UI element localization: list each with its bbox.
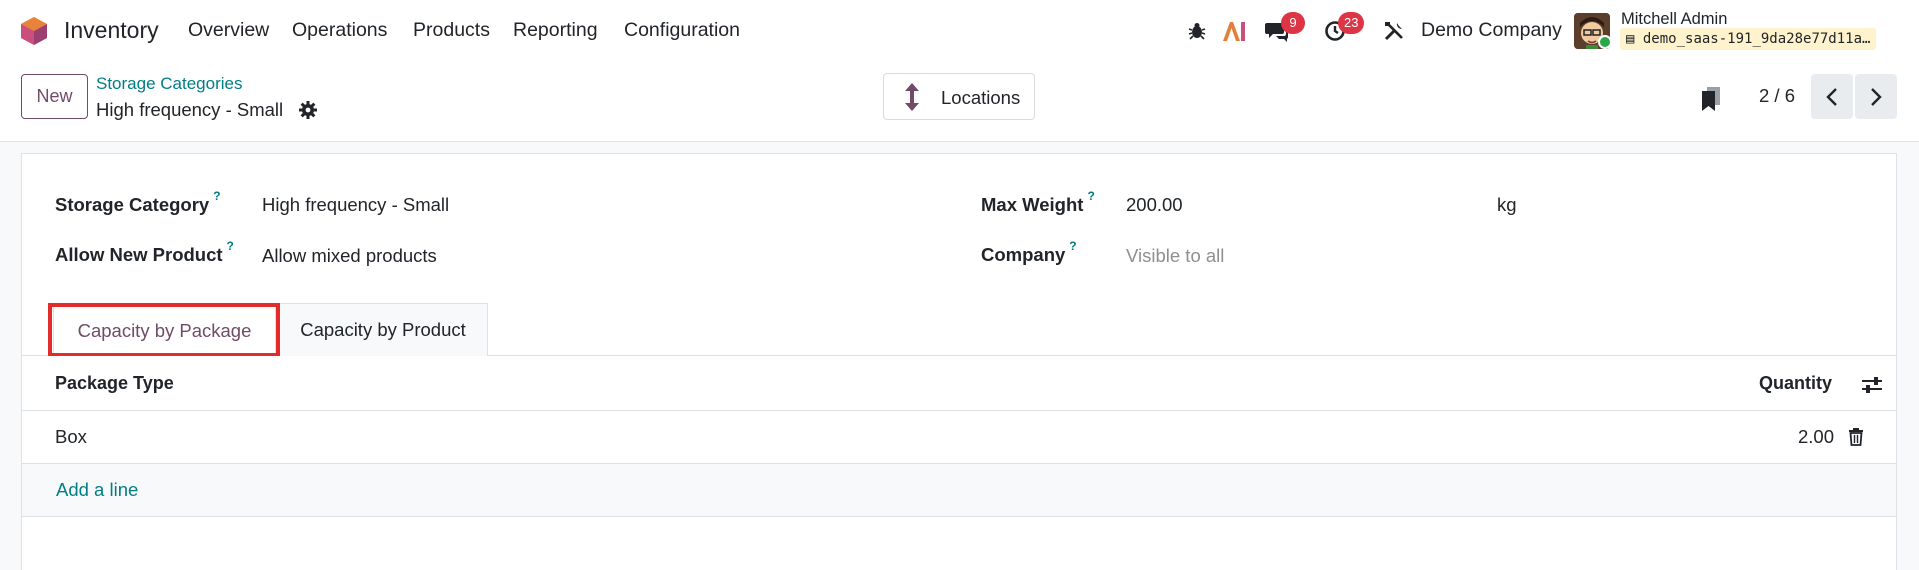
trash-icon[interactable] [1848,428,1864,446]
menu-products[interactable]: Products [413,19,490,42]
add-line-row: Add a line [22,464,1896,517]
company-switcher[interactable]: Demo Company [1421,19,1562,42]
tab-capacity-by-product[interactable]: Capacity by Product [278,303,488,356]
list-header: Package Type Quantity [22,356,1896,411]
ai-icon[interactable] [1221,18,1247,44]
database-name: ▤ demo_saas-191_9da28e77d11a… [1620,28,1877,50]
cell-package-type[interactable]: Box [55,426,87,448]
menu-reporting[interactable]: Reporting [513,19,598,42]
add-line-link[interactable]: Add a line [56,479,138,501]
tab-capacity-by-package[interactable]: Capacity by Package [53,304,276,356]
storage-category-field[interactable]: High frequency - Small [262,194,449,216]
menu-configuration[interactable]: Configuration [624,19,740,42]
new-button[interactable]: New [21,74,88,119]
app-name[interactable]: Inventory [64,17,159,44]
chevron-left-icon [1826,87,1837,106]
pager-previous-button[interactable] [1811,74,1853,119]
locations-smart-button[interactable]: Locations [883,73,1035,120]
activities-count-badge: 23 [1338,12,1365,34]
optional-columns-sliders-icon[interactable] [1861,375,1883,395]
column-package-type[interactable]: Package Type [55,373,174,394]
table-row[interactable]: Box 2.00 [22,411,1896,464]
allow-new-product-field[interactable]: Allow mixed products [262,245,437,267]
company-field[interactable]: Visible to all [1126,245,1224,267]
help-tooltip-icon[interactable]: ? [227,239,234,253]
settings-tools-icon[interactable] [1381,18,1407,44]
database-icon: ▤ [1626,31,1635,47]
record-title: High frequency - Small [96,99,284,120]
arrows-vertical-icon [905,83,919,111]
menu-operations[interactable]: Operations [292,19,387,42]
gear-icon[interactable] [298,100,318,120]
menu-overview[interactable]: Overview [188,19,269,42]
pager-next-button[interactable] [1855,74,1897,119]
inventory-app-icon[interactable] [20,16,48,46]
top-navbar: Inventory Overview Operations Products R… [0,0,1919,62]
help-tooltip-icon[interactable]: ? [213,189,220,203]
locations-label: Locations [941,87,1021,108]
help-tooltip-icon[interactable]: ? [1069,239,1076,253]
online-status-dot [1598,35,1612,49]
help-tooltip-icon[interactable]: ? [1087,189,1094,203]
messages-count-badge: 9 [1281,12,1305,34]
breadcrumb-storage-categories[interactable]: Storage Categories [96,74,242,94]
max-weight-unit: kg [1497,194,1517,215]
storage-category-label: Storage Category? [55,189,221,216]
chevron-right-icon [1871,87,1882,106]
max-weight-field[interactable]: 200.00 [1126,194,1183,216]
cell-quantity[interactable]: 2.00 [1798,426,1834,448]
column-quantity[interactable]: Quantity [1759,373,1832,394]
debug-bug-icon[interactable] [1184,18,1210,44]
bookmark-icon[interactable] [1700,86,1722,112]
company-label: Company? [981,239,1077,266]
max-weight-label: Max Weight? [981,189,1095,216]
allow-new-product-label: Allow New Product? [55,239,234,266]
pager-value[interactable]: 2 / 6 [1759,85,1795,107]
user-name[interactable]: Mitchell Admin [1621,10,1727,29]
